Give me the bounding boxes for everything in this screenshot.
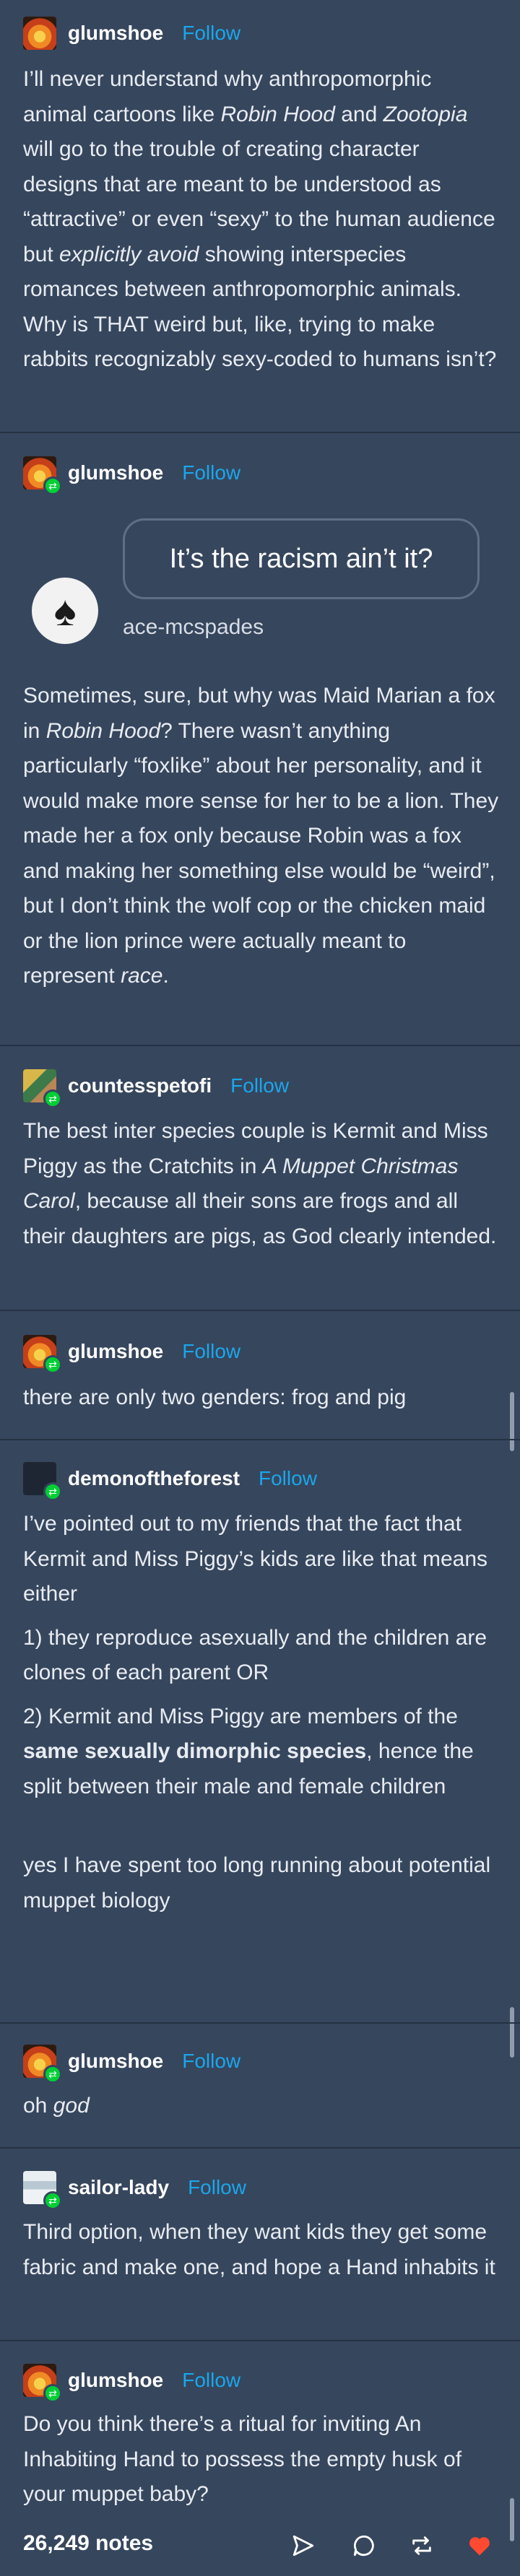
flame-avatar[interactable]: ⇄ — [23, 2364, 62, 2403]
divider — [0, 2147, 520, 2149]
username[interactable]: glumshoe — [68, 461, 163, 484]
username[interactable]: glumshoe — [68, 1340, 163, 1363]
post-body: there are only two genders: frog and pig — [23, 1385, 407, 1409]
follow-button[interactable]: Follow — [182, 1340, 240, 1363]
follow-button[interactable]: Follow — [182, 2369, 240, 2392]
flame-avatar[interactable]: ⇄ — [23, 2045, 62, 2084]
username[interactable]: demonoftheforest — [68, 1467, 240, 1490]
divider — [0, 1439, 520, 1440]
post-body: I’ve pointed out to my friends that the … — [23, 1512, 491, 1913]
follow-button[interactable]: Follow — [182, 22, 240, 45]
divider — [0, 432, 520, 433]
username[interactable]: countesspetofi — [68, 1074, 212, 1097]
reblog-badge-icon: ⇄ — [43, 2065, 62, 2084]
asker-name[interactable]: ace-mcspades — [123, 615, 264, 640]
reply-icon[interactable] — [348, 2530, 380, 2562]
reblog-badge-icon: ⇄ — [43, 2384, 62, 2403]
reblog-badge-icon: ⇄ — [43, 1482, 62, 1501]
scrollbar[interactable] — [510, 1392, 514, 1451]
follow-button[interactable]: Follow — [230, 1074, 289, 1097]
ask-bubble: It’s the racism ain’t it? — [123, 518, 480, 599]
post-header: ⇄ demonoftheforest Follow — [23, 1460, 317, 1501]
post-body: I’ll never understand why anthropomorphi… — [23, 67, 497, 371]
share-icon[interactable] — [287, 2530, 319, 2562]
divider — [0, 2022, 520, 2024]
username[interactable]: sailor-lady — [68, 2176, 169, 2199]
reblog-icon[interactable] — [406, 2530, 438, 2562]
follow-button[interactable]: Follow — [182, 461, 240, 484]
flame-avatar[interactable]: ⇄ — [23, 456, 62, 495]
post-body: Third option, when they want kids they g… — [23, 2220, 495, 2279]
reblog-badge-icon: ⇄ — [43, 1089, 62, 1108]
follow-button[interactable]: Follow — [182, 2050, 240, 2073]
post-footer: 26,249 notes — [0, 2520, 520, 2576]
follow-button[interactable]: Follow — [188, 2176, 246, 2199]
divider — [0, 2340, 520, 2341]
post-body: oh god — [23, 2094, 90, 2118]
post-header: ⇄ glumshoe Follow — [23, 2042, 240, 2084]
screenshot-avatar[interactable]: ⇄ — [23, 2171, 62, 2210]
notes-count[interactable]: 26,249 notes — [23, 2531, 153, 2556]
divider — [0, 1310, 520, 1311]
post-header: ⇄ glumshoe Follow — [23, 454, 240, 495]
tumblr-post-thread: glumshoe Follow I’ll never understand wh… — [0, 0, 520, 2576]
username[interactable]: glumshoe — [68, 2369, 163, 2392]
divider — [0, 1045, 520, 1046]
post-body: Sometimes, sure, but why was Maid Marian… — [23, 684, 499, 988]
post-header: ⇄ sailor-lady Follow — [23, 2169, 246, 2210]
post-header: glumshoe Follow — [23, 14, 240, 52]
post-body: The best inter species couple is Kermit … — [23, 1119, 497, 1248]
reblog-badge-icon: ⇄ — [43, 2191, 62, 2210]
username[interactable]: glumshoe — [68, 2050, 163, 2073]
post-header: ⇄ countesspetofi Follow — [23, 1067, 289, 1108]
dark-avatar[interactable]: ⇄ — [23, 1462, 62, 1501]
scrollbar[interactable] — [510, 2007, 514, 2058]
post-header: ⇄ glumshoe Follow — [23, 1333, 240, 1374]
spade-icon[interactable]: ♠ — [32, 578, 98, 644]
reblog-badge-icon: ⇄ — [43, 1355, 62, 1374]
post-header: ⇄ glumshoe Follow — [23, 2362, 240, 2403]
username[interactable]: glumshoe — [68, 22, 163, 45]
portrait-avatar[interactable]: ⇄ — [23, 1069, 62, 1108]
flame-avatar[interactable] — [23, 17, 56, 50]
post-body: Do you think there’s a ritual for inviti… — [23, 2412, 462, 2506]
like-icon[interactable] — [464, 2530, 495, 2562]
follow-button[interactable]: Follow — [259, 1467, 317, 1490]
flame-avatar[interactable]: ⇄ — [23, 1335, 62, 1374]
reblog-badge-icon: ⇄ — [43, 477, 62, 495]
